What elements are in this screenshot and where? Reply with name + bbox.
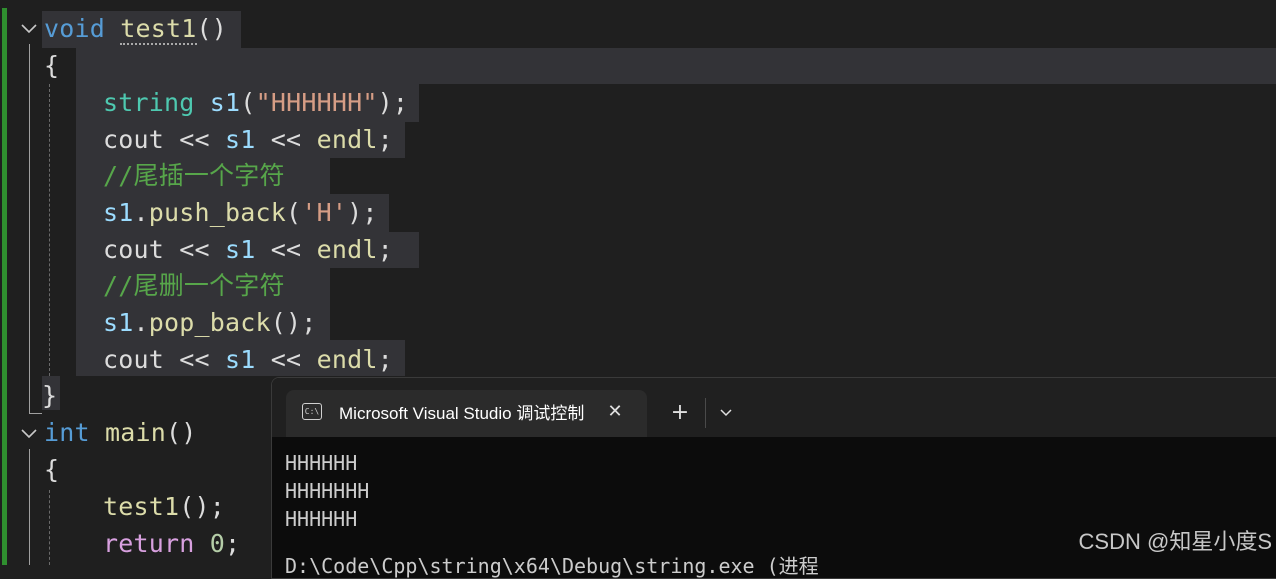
code-token: string	[103, 88, 195, 117]
code-line-2[interactable]: {	[44, 48, 59, 84]
code-token: s1	[225, 345, 256, 374]
code-token: ;	[377, 125, 393, 154]
code-token: pop_back	[148, 308, 271, 337]
code-token: ();	[179, 492, 226, 521]
code-token: <<	[164, 125, 226, 154]
code-token: ()	[196, 14, 228, 43]
chevron-down-icon	[720, 409, 732, 417]
code-token: 'H'	[301, 198, 348, 227]
console-output-line: HHHHHHH	[285, 479, 370, 503]
code-line-11[interactable]: }	[42, 378, 57, 414]
code-line-10[interactable]: cout << s1 << endl;	[103, 342, 393, 378]
code-token: test1	[120, 14, 197, 45]
code-token: 0	[209, 529, 226, 558]
code-token: (	[286, 198, 302, 227]
code-token: ();	[270, 308, 317, 337]
code-line-4[interactable]: cout << s1 << endl;	[103, 122, 393, 158]
tab-dropdown-button[interactable]	[713, 400, 739, 426]
code-line-8[interactable]: //尾删一个字符	[103, 268, 285, 304]
code-token: main	[105, 418, 167, 447]
code-token: .	[133, 198, 149, 227]
code-line-14[interactable]: test1();	[103, 489, 225, 525]
code-line-1[interactable]: void test1()	[44, 11, 227, 47]
code-token: //尾删一个字符	[103, 271, 285, 300]
new-tab-button[interactable]: +	[667, 400, 693, 426]
code-token: ()	[166, 418, 197, 447]
fold-scope-line	[29, 449, 30, 565]
code-token: <<	[255, 235, 317, 264]
code-line-9[interactable]: s1.pop_back();	[103, 305, 317, 341]
indent-guide	[49, 84, 50, 376]
code-line-15[interactable]: return 0;	[103, 526, 240, 562]
code-token: test1	[103, 492, 180, 521]
code-token: <<	[255, 345, 317, 374]
watermark-text: CSDN @知星小度S	[1078, 529, 1272, 554]
code-token: );	[377, 88, 409, 117]
console-output-line: HHHHHH	[285, 451, 358, 475]
terminal-icon: C:\	[302, 403, 322, 420]
code-token: cout	[103, 345, 165, 374]
code-token: s1	[209, 88, 241, 117]
code-line-5[interactable]: //尾插一个字符	[103, 158, 285, 194]
code-line-6[interactable]: s1.push_back('H');	[103, 195, 378, 231]
code-line-3[interactable]: string s1("HHHHHH");	[103, 85, 408, 121]
code-token: <<	[164, 345, 226, 374]
code-token: push_back	[148, 198, 287, 227]
code-token: {	[44, 51, 60, 80]
code-token: s1	[225, 125, 256, 154]
close-icon[interactable]: ✕	[604, 400, 626, 424]
code-token: ;	[225, 529, 241, 558]
code-line-13[interactable]: {	[44, 452, 59, 488]
code-token: int	[44, 418, 90, 447]
code-token: <<	[255, 125, 317, 154]
code-token: {	[44, 455, 60, 484]
console-tab[interactable]: C:\ Microsoft Visual Studio 调试控制台 ✕	[286, 390, 647, 437]
indent-guide	[49, 490, 50, 565]
fold-scope-line	[29, 44, 42, 414]
fold-toggle-main[interactable]	[18, 423, 40, 445]
chevron-down-icon	[21, 429, 37, 439]
console-titlebar[interactable]: C:\ Microsoft Visual Studio 调试控制台 ✕ +	[272, 378, 1276, 437]
console-output-line: HHHHHH	[285, 507, 358, 531]
fold-toggle-test1[interactable]	[18, 18, 40, 40]
code-token: //尾插一个字符	[103, 161, 285, 190]
selection-highlight	[76, 48, 1276, 84]
code-token: <<	[164, 235, 226, 264]
change-tracking-bar	[2, 8, 7, 565]
code-token: ;	[377, 345, 393, 374]
chevron-down-icon	[21, 24, 37, 34]
code-token: void	[44, 14, 106, 43]
code-token: endl	[316, 235, 378, 264]
code-token: (	[240, 88, 256, 117]
code-token: s1	[103, 198, 134, 227]
titlebar-divider	[705, 398, 706, 428]
code-line-7[interactable]: cout << s1 << endl;	[103, 232, 393, 268]
code-token: }	[42, 381, 58, 410]
code-token: ;	[377, 235, 393, 264]
code-token: endl	[316, 125, 378, 154]
code-line-12[interactable]: int main()	[44, 415, 197, 451]
code-token: endl	[316, 345, 378, 374]
code-token: .	[133, 308, 149, 337]
code-token: cout	[103, 125, 165, 154]
code-token: s1	[225, 235, 256, 264]
code-token: s1	[103, 308, 134, 337]
code-token: return	[103, 529, 195, 558]
code-token: cout	[103, 235, 165, 264]
console-tab-title: Microsoft Visual Studio 调试控制台	[339, 404, 585, 423]
code-token: "HHHHHH"	[255, 88, 378, 117]
code-token: );	[347, 198, 378, 227]
